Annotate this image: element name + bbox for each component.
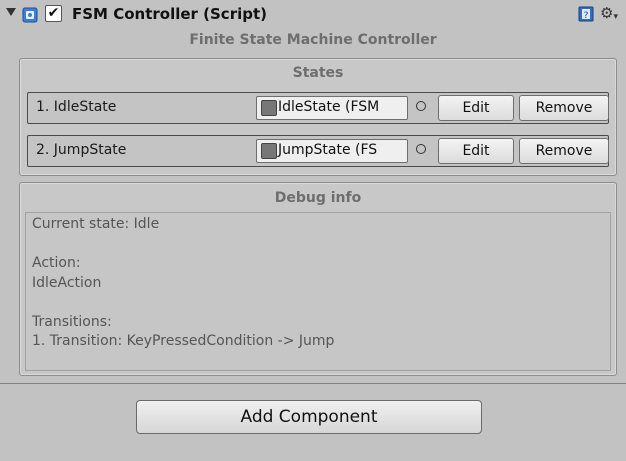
- object-icon: [261, 100, 277, 116]
- state-object-name: IdleState (FSM: [278, 99, 380, 115]
- remove-state-button[interactable]: Remove: [519, 95, 609, 121]
- component-header: ✔ FSM Controller (Script) ? ⚙▾: [0, 0, 626, 30]
- remove-state-button[interactable]: Remove: [519, 138, 609, 164]
- debug-line: Transitions:: [32, 314, 112, 330]
- component-title: FSM Controller (Script): [72, 5, 267, 23]
- object-picker-icon[interactable]: [416, 144, 426, 154]
- state-row: 2. JumpState JumpState (FS Edit Remove: [27, 135, 609, 167]
- state-row-label: 2. JumpState: [36, 142, 127, 158]
- debug-panel-title: Debug info: [274, 190, 362, 206]
- script-icon: [22, 7, 38, 23]
- state-row-label: 1. IdleState: [36, 99, 117, 115]
- gear-icon[interactable]: ⚙▾: [600, 4, 618, 22]
- state-object-field[interactable]: JumpState (FS: [256, 139, 408, 163]
- enabled-checkbox[interactable]: ✔: [45, 5, 62, 22]
- state-object-name: JumpState (FS: [278, 142, 378, 158]
- state-object-field[interactable]: IdleState (FSM: [256, 96, 408, 120]
- state-row: 1. IdleState IdleState (FSM Edit Remove: [27, 92, 609, 124]
- foldout-triangle-icon[interactable]: [6, 8, 16, 16]
- edit-state-button[interactable]: Edit: [438, 138, 514, 164]
- debug-panel: Debug info Current state: Idle Action: I…: [19, 182, 617, 376]
- debug-line: 1. Transition: KeyPressedCondition -> Ju…: [32, 333, 335, 349]
- help-book-icon[interactable]: ?: [578, 6, 594, 22]
- debug-line: Action:: [32, 255, 81, 271]
- states-panel-title: States: [292, 65, 344, 81]
- divider: [0, 383, 626, 384]
- edit-state-button[interactable]: Edit: [438, 95, 514, 121]
- svg-text:?: ?: [584, 11, 589, 21]
- object-picker-icon[interactable]: [416, 101, 426, 111]
- component-subtitle: Finite State Machine Controller: [189, 32, 437, 48]
- add-component-button[interactable]: Add Component: [136, 400, 482, 434]
- states-panel: States 1. IdleState IdleState (FSM Edit …: [19, 58, 617, 176]
- object-icon: [261, 143, 277, 159]
- debug-line: Current state: Idle: [32, 216, 160, 232]
- debug-line: IdleAction: [32, 275, 102, 291]
- debug-text-area[interactable]: Current state: Idle Action: IdleAction T…: [25, 212, 611, 371]
